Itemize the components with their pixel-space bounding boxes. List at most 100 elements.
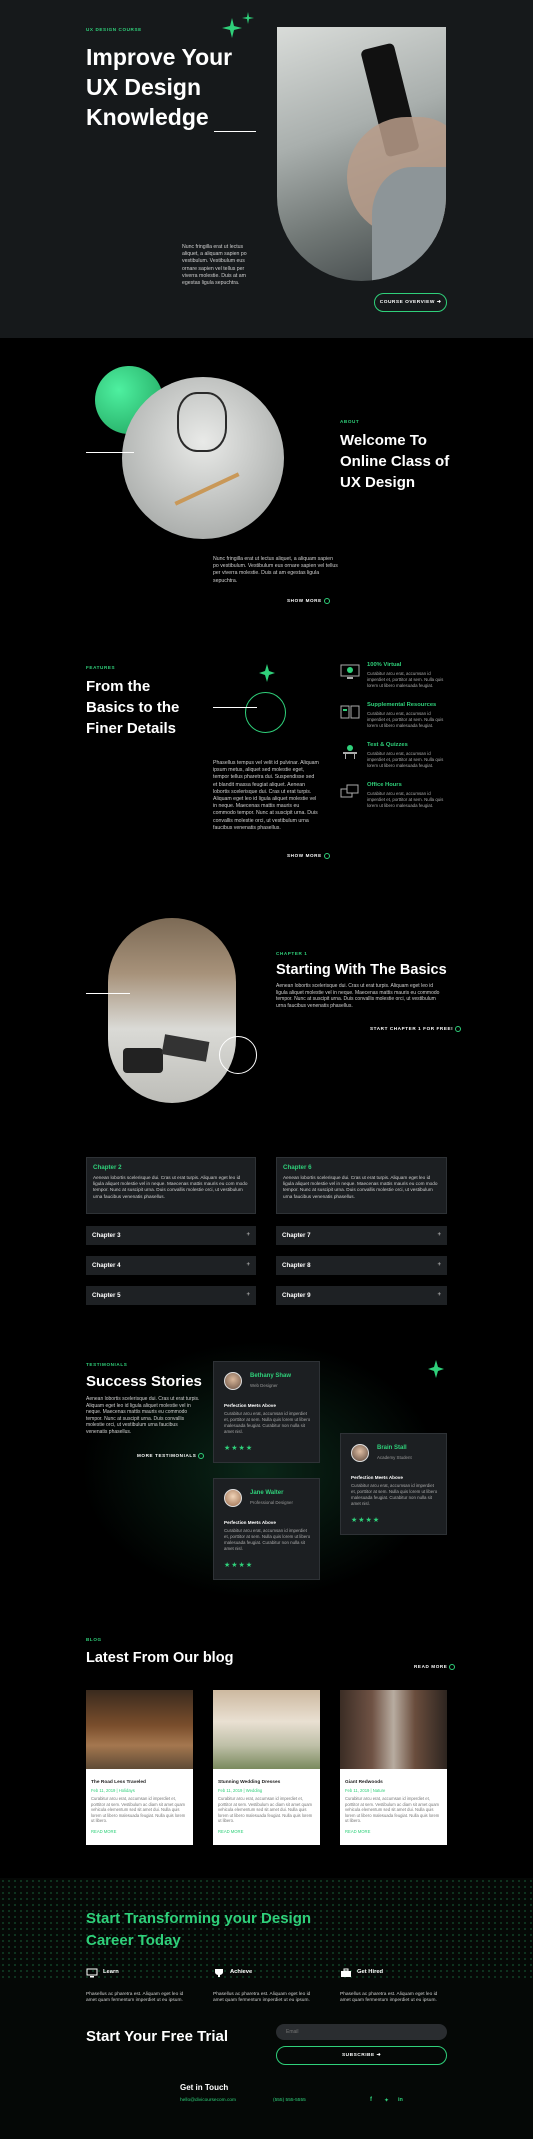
cta-item-label: Achieve xyxy=(230,1969,253,1975)
blog-image xyxy=(86,1690,193,1769)
blog-read-more-link[interactable]: READ MORE xyxy=(414,1664,456,1670)
glasses-shape xyxy=(177,392,227,452)
chapter1-title: Starting With The Basics xyxy=(276,962,447,978)
chapter-toggle[interactable]: Chapter 4 + xyxy=(86,1256,256,1275)
about-body: Nunc fringilla erat ut lectus aliquet, a… xyxy=(213,556,338,584)
testimonial-text: Curabitur arcu erat, accumsan id imperdi… xyxy=(224,1411,311,1434)
testimonials-tag: TESTIMONIALS xyxy=(86,1362,128,1367)
hero-title: Improve Your UX Design Knowledge xyxy=(86,44,233,130)
testimonial-card: Brain Stall Academy Student Perfection M… xyxy=(340,1433,447,1535)
features-title: From the Basics to the Finer Details xyxy=(86,678,180,737)
start-chapter1-link[interactable]: START CHAPTER 1 FOR FREE! xyxy=(370,1026,462,1032)
sparkle-icon xyxy=(428,1360,444,1378)
facebook-icon[interactable]: f xyxy=(370,2097,372,2103)
features-divider xyxy=(213,707,257,708)
chapter-panel-open[interactable]: Chapter 2 Aenean lobortis scelerisque du… xyxy=(86,1157,256,1214)
briefcase-icon xyxy=(341,1968,351,1977)
feature-text: Curabitur arcu erat, accumsan id imperdi… xyxy=(367,671,444,688)
chapter-toggle[interactable]: Chapter 7 + xyxy=(276,1226,447,1245)
about-divider xyxy=(86,452,134,453)
testimonial-name: Bethany Shaw xyxy=(250,1373,292,1379)
blog-post-excerpt: Curabitur arcu erat, accumsan id imperdi… xyxy=(91,1796,186,1824)
subscribe-button[interactable]: SUBSCRIBE ➜ xyxy=(276,2046,447,2065)
cta-item-text: Phasellus ac pharetra est. Aliquam eget … xyxy=(213,1992,311,2004)
plus-icon: + xyxy=(437,1292,441,1298)
testimonial-name: Brain Stall xyxy=(377,1445,407,1451)
blog-post-read-more[interactable]: READ MORE xyxy=(345,1829,370,1834)
blog-card[interactable]: Stunning Wedding Dresses Feb 11, 2019 | … xyxy=(213,1690,320,1845)
avatar xyxy=(224,1372,242,1390)
camera-shape xyxy=(123,1048,163,1073)
twitter-icon[interactable]: ✦ xyxy=(384,2097,389,2104)
plus-icon: + xyxy=(246,1292,250,1298)
chapter-text: Aenean lobortis scelerisque dui. Cras ut… xyxy=(93,1175,248,1199)
blog-post-meta: Feb 11, 2019 | Holidays xyxy=(91,1788,135,1793)
arrow-circle-icon xyxy=(323,598,330,604)
chapter-panel-open[interactable]: Chapter 6 Aenean lobortis scelerisque du… xyxy=(276,1157,447,1214)
chapter-title: Chapter 2 xyxy=(93,1164,122,1171)
testimonial-heading: Perfection Meets Above xyxy=(224,1520,276,1525)
blog-image xyxy=(213,1690,320,1769)
features-ring xyxy=(245,692,286,733)
email-input[interactable] xyxy=(276,2024,447,2040)
avatar xyxy=(351,1444,369,1462)
chapter1-body: Aenean lobortis scelerisque dui. Cras ut… xyxy=(276,983,440,1009)
cta-item-text: Phasellus ac pharetra est. Aliquam eget … xyxy=(86,1992,184,2004)
cta-item-label: Learn xyxy=(103,1969,119,1975)
blog-post-read-more[interactable]: READ MORE xyxy=(218,1829,243,1834)
chapter-toggle[interactable]: Chapter 3 + xyxy=(86,1226,256,1245)
footer-phone-link[interactable]: (555) 555-5555 xyxy=(273,2098,306,2103)
footer-title: Get in Touch xyxy=(180,2083,229,2092)
blog-post-excerpt: Curabitur arcu erat, accumsan id imperdi… xyxy=(345,1796,440,1824)
chapter-toggle[interactable]: Chapter 8 + xyxy=(276,1256,447,1275)
chapter-text: Aenean lobortis scelerisque dui. Cras ut… xyxy=(283,1175,438,1199)
about-title: Welcome To Online Class of UX Design xyxy=(340,432,450,491)
about-show-more-link[interactable]: SHOW MORE xyxy=(287,598,330,604)
testimonial-role: Academy Student xyxy=(377,1455,412,1460)
testimonial-card: Bethany Shaw Web Designer Perfection Mee… xyxy=(213,1361,320,1463)
plus-icon: + xyxy=(246,1232,250,1238)
blog-post-meta: Feb 11, 2019 | Wedding xyxy=(218,1788,263,1793)
plus-icon: + xyxy=(437,1262,441,1268)
testimonial-heading: Perfection Meets Above xyxy=(224,1403,276,1408)
hero-section xyxy=(0,0,533,338)
plus-icon: + xyxy=(246,1262,250,1268)
arrow-circle-icon xyxy=(198,1453,205,1459)
footer-email-link[interactable]: hello@divicoursecom.com xyxy=(180,2098,236,2103)
chapter1-divider xyxy=(86,993,130,994)
book-icon xyxy=(340,705,360,719)
chapter1-ring xyxy=(219,1036,257,1074)
desk-icon xyxy=(343,745,357,759)
chapter-toggle[interactable]: Chapter 5 + xyxy=(86,1286,256,1305)
about-image xyxy=(122,377,284,539)
more-testimonials-link[interactable]: MORE TESTIMONIALS xyxy=(137,1453,205,1459)
blog-post-meta: Feb 11, 2019 | Nature xyxy=(345,1788,386,1793)
feature-title: Test & Quizzes xyxy=(367,742,408,748)
plus-icon: + xyxy=(437,1232,441,1238)
testimonial-role: Web Designer xyxy=(250,1383,278,1388)
blog-card[interactable]: The Road Less Traveled Feb 11, 2019 | Ho… xyxy=(86,1690,193,1845)
tablet-shape xyxy=(161,1034,210,1062)
chapter-toggle[interactable]: Chapter 9 + xyxy=(276,1286,447,1305)
features-show-more-link[interactable]: SHOW MORE xyxy=(287,853,330,859)
cta-item-label: Get Hired xyxy=(357,1969,384,1975)
avatar xyxy=(224,1489,242,1507)
blog-card[interactable]: Giant Redwoods Feb 11, 2019 | Nature Cur… xyxy=(340,1690,447,1845)
blog-title: Latest From Our blog xyxy=(86,1650,234,1666)
testimonial-text: Curabitur arcu erat, accumsan id imperdi… xyxy=(224,1528,311,1551)
monitor-icon xyxy=(86,1968,98,1978)
pencil-shape xyxy=(174,472,240,506)
rating-stars: ★★★★ xyxy=(351,1517,381,1524)
arrow-circle-icon xyxy=(323,853,330,859)
linkedin-icon[interactable]: in xyxy=(398,2097,403,2103)
monitor-icon xyxy=(340,664,360,679)
blog-post-title: The Road Less Traveled xyxy=(91,1780,146,1785)
blog-post-read-more[interactable]: READ MORE xyxy=(91,1829,116,1834)
hero-tag: UX DESIGN COURSE xyxy=(86,27,142,32)
feature-text: Curabitur arcu erat, accumsan id imperdi… xyxy=(367,751,444,768)
feature-title: 100% Virtual xyxy=(367,662,402,668)
hero-body: Nunc fringilla erat ut lectus aliquet, a… xyxy=(182,244,247,287)
sleeve-shape xyxy=(372,167,446,281)
course-overview-button[interactable]: COURSE OVERVIEW ➜ xyxy=(374,293,447,312)
chapter1-tag: CHAPTER 1 xyxy=(276,951,308,956)
